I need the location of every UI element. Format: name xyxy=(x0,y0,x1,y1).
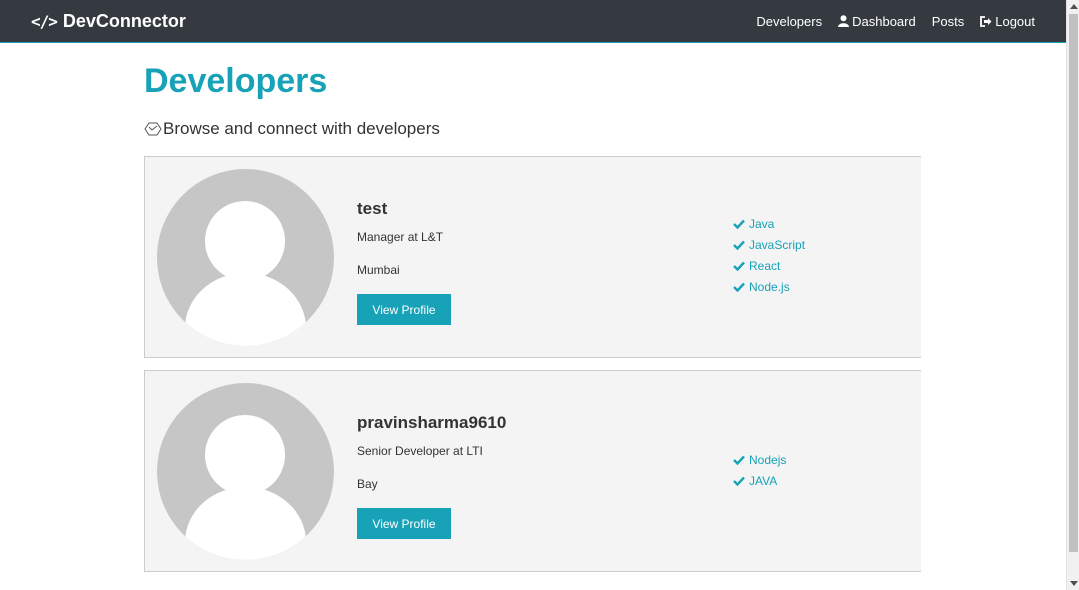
profile-name: pravinsharma9610 xyxy=(357,413,507,432)
connect-icon xyxy=(144,122,162,136)
skill-label: Java xyxy=(749,216,775,231)
check-icon xyxy=(733,261,745,271)
profile-card: test Manager at L&T Mumbai View Profile … xyxy=(144,156,921,358)
scroll-up-arrow-icon[interactable] xyxy=(1070,4,1078,9)
nav-posts-link[interactable]: Posts xyxy=(932,14,965,29)
skill-item: JavaScript xyxy=(733,234,805,255)
skill-label: Node.js xyxy=(749,279,790,294)
profile-status: Senior Developer at LTI xyxy=(357,444,483,458)
profile-info: pravinsharma9610 Senior Developer at LTI… xyxy=(357,413,506,539)
skills-list: Nodejs JAVA xyxy=(733,449,786,491)
check-icon xyxy=(733,282,745,292)
nav-links: Developers Dashboard Posts Logout xyxy=(740,14,1035,29)
nav-logout-link[interactable]: Logout xyxy=(980,14,1035,29)
avatar-head xyxy=(205,201,285,281)
view-profile-button[interactable]: View Profile xyxy=(357,294,451,325)
profile-card: pravinsharma9610 Senior Developer at LTI… xyxy=(144,370,921,572)
scroll-down-arrow-icon[interactable] xyxy=(1070,581,1078,586)
nav-posts-label: Posts xyxy=(931,13,965,29)
vertical-scrollbar[interactable] xyxy=(1066,0,1079,590)
scrollbar-thumb[interactable] xyxy=(1069,14,1078,552)
page-title: Developers xyxy=(144,62,328,100)
check-icon xyxy=(733,476,745,486)
brand-name: DevConnector xyxy=(62,10,186,31)
nav-dashboard-label: Dashboard xyxy=(852,13,916,29)
avatar-body xyxy=(185,273,306,346)
view-profile-button[interactable]: View Profile xyxy=(357,508,451,539)
avatar-head xyxy=(205,415,285,495)
nav-logout-label: Logout xyxy=(995,13,1035,29)
page-lead: Browse and connect with developers xyxy=(144,119,921,139)
avatar xyxy=(157,169,334,346)
nav-dashboard-link[interactable]: Dashboard xyxy=(838,14,916,29)
nav-developers-link[interactable]: Developers xyxy=(756,14,822,29)
skill-label: React xyxy=(749,258,781,273)
skill-item: JAVA xyxy=(733,470,786,491)
page-lead-text: Browse and connect with developers xyxy=(163,119,440,138)
skill-item: Nodejs xyxy=(733,449,786,470)
skill-label: Nodejs xyxy=(749,452,787,467)
skills-list: Java JavaScript React Node.js xyxy=(733,213,805,297)
user-icon xyxy=(838,15,850,27)
skill-label: JavaScript xyxy=(749,237,806,252)
check-icon xyxy=(733,455,745,465)
sign-out-icon xyxy=(980,15,992,27)
profiles-list: test Manager at L&T Mumbai View Profile … xyxy=(144,156,921,572)
main-container: Developers Browse and connect with devel… xyxy=(144,43,921,584)
skill-item: Node.js xyxy=(733,276,805,297)
skill-label: JAVA xyxy=(749,473,778,488)
profile-info: test Manager at L&T Mumbai View Profile xyxy=(357,199,451,325)
avatar xyxy=(157,383,334,560)
brand-link[interactable]: </> DevConnector xyxy=(31,11,186,32)
check-icon xyxy=(733,240,745,250)
check-icon xyxy=(733,219,745,229)
profile-status: Manager at L&T xyxy=(357,230,444,244)
avatar-body xyxy=(185,487,306,560)
code-icon: </> xyxy=(31,11,58,31)
nav-developers-label: Developers xyxy=(756,13,823,29)
profile-location: Bay xyxy=(357,477,378,491)
skill-item: React xyxy=(733,255,805,276)
profile-name: test xyxy=(357,199,388,218)
skill-item: Java xyxy=(733,213,805,234)
profile-location: Mumbai xyxy=(357,263,400,277)
navbar: </> DevConnector Developers Dashboard Po… xyxy=(0,0,1066,43)
